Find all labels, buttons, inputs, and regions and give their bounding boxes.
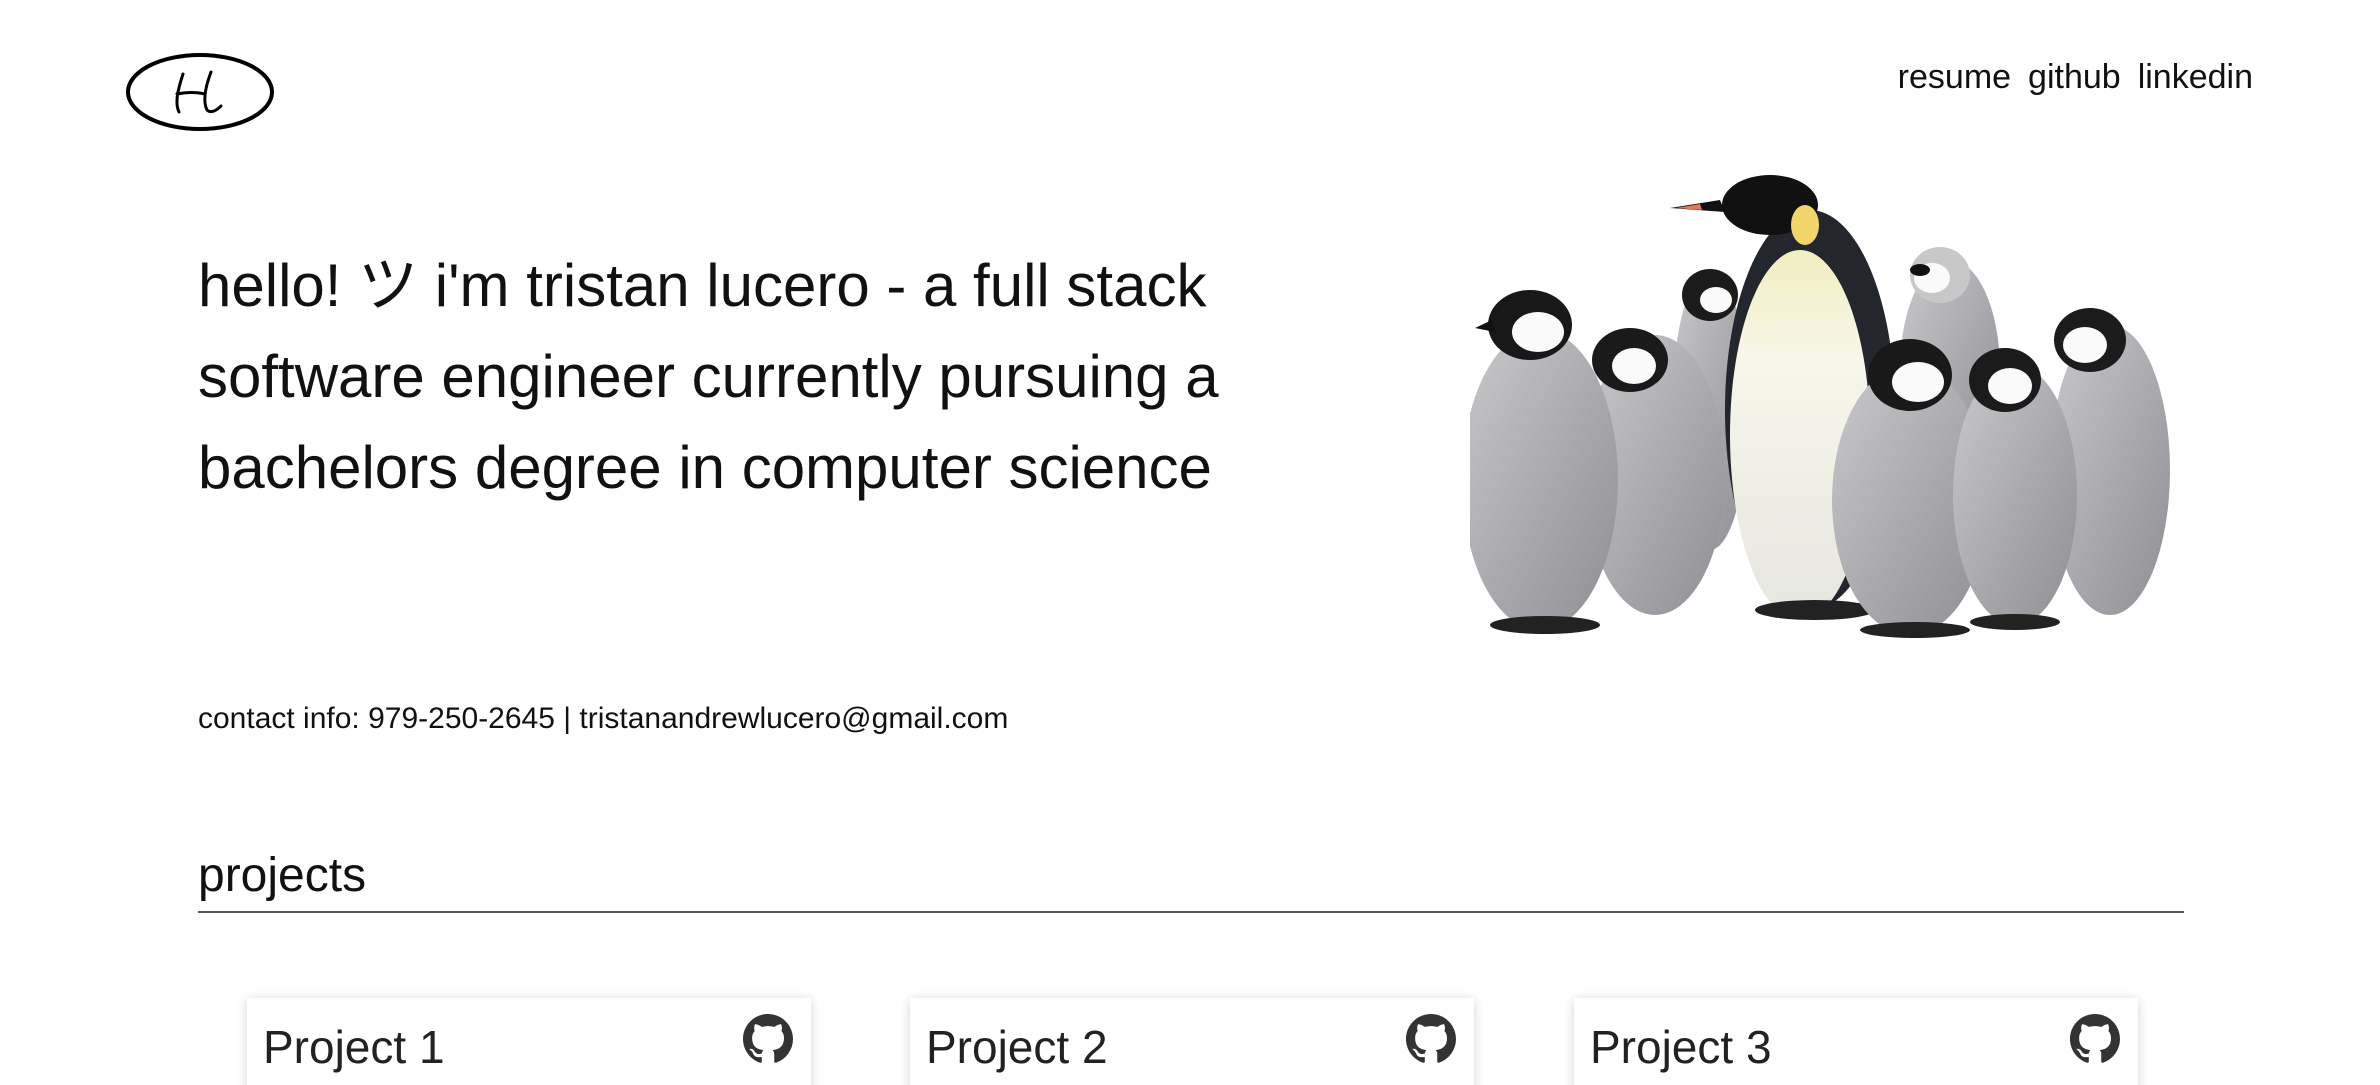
nav-linkedin-link[interactable]: linkedin [2138, 58, 2253, 97]
nav-github-link[interactable]: github [2028, 58, 2121, 97]
projects-divider [198, 911, 2184, 913]
hero-line-2: software engineer currently pursuing a [198, 343, 1219, 410]
project-card-1[interactable]: Project 1 [247, 998, 811, 1085]
logo-mark [126, 53, 274, 131]
hero-intro: hello! ツ i'm tristan lucero - a full sta… [198, 240, 1298, 513]
project-title: Project 1 [263, 1021, 445, 1073]
project-card-2[interactable]: Project 2 [910, 998, 1474, 1085]
top-nav: resume github linkedin [1898, 58, 2253, 97]
project-title: Project 3 [1590, 1021, 1772, 1073]
hero-line-1: hello! ツ i'm tristan lucero - a full sta… [198, 252, 1207, 319]
nav-resume-link[interactable]: resume [1898, 58, 2011, 97]
penguins-image [1470, 170, 2200, 650]
github-icon[interactable] [743, 1014, 793, 1064]
page: resume github linkedin hello! ツ i'm tris… [0, 0, 2380, 1085]
project-card-3[interactable]: Project 3 [1574, 998, 2138, 1085]
projects-heading: projects [198, 849, 367, 902]
contact-info: contact info: 979-250-2645 | tristanandr… [198, 702, 1009, 735]
logo[interactable] [125, 52, 275, 132]
project-title: Project 2 [926, 1021, 1108, 1073]
github-icon[interactable] [2070, 1014, 2120, 1064]
github-icon[interactable] [1406, 1014, 1456, 1064]
hero-line-3: bachelors degree in computer science [198, 434, 1212, 501]
